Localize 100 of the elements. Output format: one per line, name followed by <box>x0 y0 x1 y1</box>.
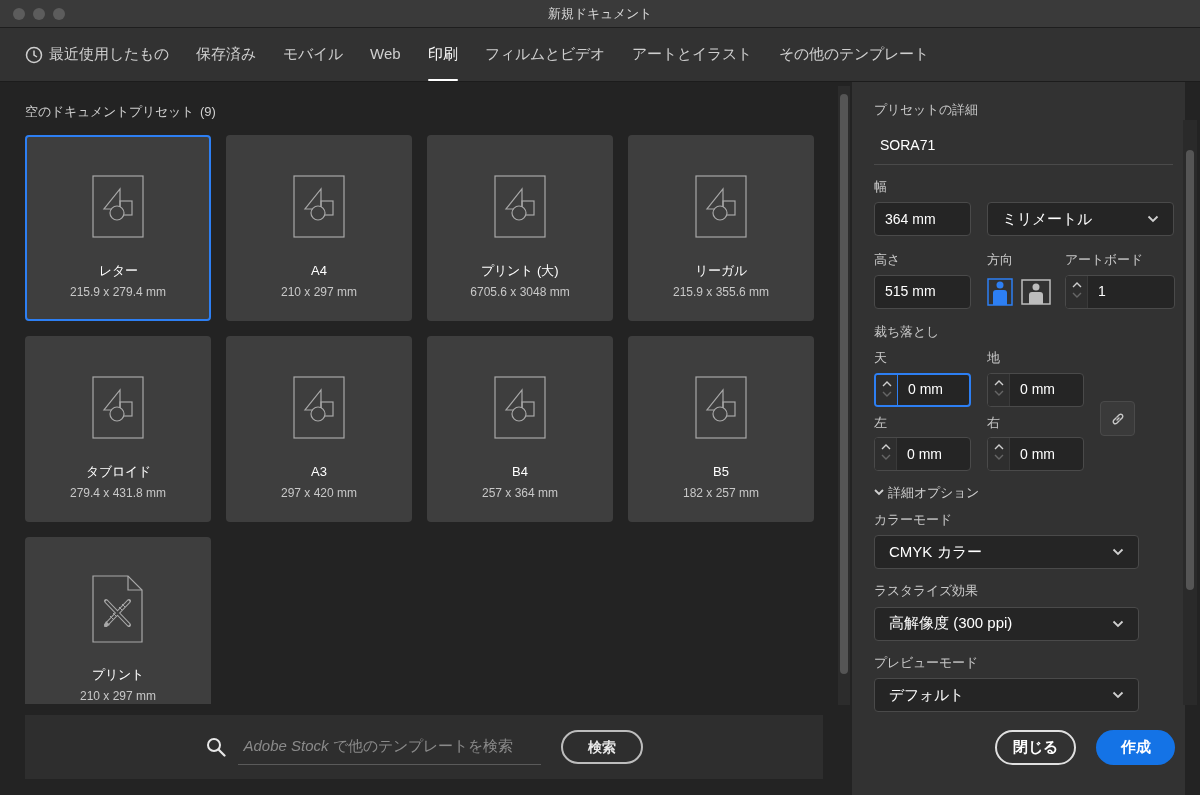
scrollbar[interactable] <box>1183 120 1197 705</box>
chevron-down-icon <box>881 390 892 398</box>
tab[interactable]: 最近使用したもの <box>25 28 169 81</box>
stepper-field[interactable]: 0 mm <box>874 372 971 407</box>
preset-name: タブロイド <box>85 463 151 481</box>
dropdown[interactable]: ミリメートル <box>987 202 1174 236</box>
create-button[interactable]: 作成 <box>1096 730 1175 765</box>
preset-name: B5 <box>713 463 729 481</box>
field-label: 幅 <box>874 177 888 196</box>
chevron-up-icon <box>881 379 892 387</box>
close-button[interactable]: 閉じる <box>995 730 1076 765</box>
chevron-down-icon <box>993 389 1004 397</box>
document-shapes-icon <box>92 376 144 439</box>
stepper-field[interactable]: 1 <box>1065 274 1175 309</box>
field-label: 地 <box>987 349 1001 367</box>
stepper-field[interactable]: 0 mm <box>987 372 1084 407</box>
preset-card[interactable]: A3 297 x 420 mm <box>226 336 412 522</box>
preset-size: 215.9 x 279.4 mm <box>69 284 167 301</box>
preset-size: 210 x 297 mm <box>280 284 357 301</box>
preset-size: 6705.6 x 3048 mm <box>470 284 570 301</box>
window-control[interactable] <box>53 7 65 20</box>
tab[interactable]: Web <box>370 28 401 81</box>
preset-card[interactable]: B4 257 x 364 mm <box>427 336 613 522</box>
chevron-down-icon <box>880 454 891 461</box>
preset-name: レター <box>98 262 138 280</box>
person-icon <box>1021 278 1051 305</box>
preset-card[interactable]: プリント 210 x 297 mm <box>25 537 211 704</box>
field-label: 天 <box>874 349 888 367</box>
chevron-up-icon <box>880 443 891 450</box>
preset-size: 257 x 364 mm <box>481 485 558 502</box>
document-shapes-icon <box>695 175 747 238</box>
preset-name-field[interactable]: SORA71 <box>874 134 1173 165</box>
chevron-up-icon <box>993 443 1004 450</box>
window-title: 新規ドキュメント <box>548 4 652 23</box>
document-shapes-icon <box>293 376 345 439</box>
chevron-down-icon <box>1147 215 1159 223</box>
document-shapes-icon <box>695 376 747 439</box>
preset-name: プリント <box>92 666 144 684</box>
field-label: カラーモード <box>874 510 953 529</box>
preset-name: A3 <box>311 463 327 481</box>
section-heading: 空のドキュメントプリセット <box>25 103 194 121</box>
tab[interactable]: 保存済み <box>196 28 256 81</box>
stepper-field[interactable]: 0 mm <box>874 437 971 471</box>
field-label: ラスタライズ効果 <box>874 582 979 600</box>
preset-name: リーガル <box>695 262 747 280</box>
tab[interactable]: その他のテンプレート <box>778 28 929 81</box>
chevron-down-icon <box>1112 619 1124 628</box>
field-label: 高さ <box>874 251 901 269</box>
dropdown[interactable]: 高解像度 (300 ppi) <box>874 606 1139 641</box>
search-icon <box>205 737 226 757</box>
field-label: 裁ち落とし <box>874 322 940 341</box>
preset-card[interactable]: タブロイド 279.4 x 431.8 mm <box>25 336 211 522</box>
tab[interactable]: モバイル <box>283 28 343 81</box>
preset-name: プリント (大) <box>481 262 559 280</box>
field-label: 方向 <box>987 251 1014 269</box>
search-button[interactable]: 検索 <box>560 730 643 764</box>
chevron-down-icon <box>874 489 884 497</box>
preset-size: 210 x 297 mm <box>79 688 156 704</box>
preset-card[interactable]: レター 215.9 x 279.4 mm <box>25 135 211 321</box>
dropdown[interactable]: CMYK カラー <box>874 535 1139 569</box>
document-shapes-icon <box>92 175 144 238</box>
chevron-up-icon <box>993 378 1004 386</box>
field-label: プリセットの詳細 <box>874 101 979 119</box>
preset-card[interactable]: A4 210 x 297 mm <box>226 135 412 321</box>
document-shapes-icon <box>494 175 546 238</box>
preset-card[interactable]: プリント (大) 6705.6 x 3048 mm <box>427 135 613 321</box>
document-shapes-icon <box>293 175 345 238</box>
field-label: 右 <box>987 413 1001 432</box>
search-field[interactable]: Adobe Stock で他のテンプレートを検索 <box>237 729 541 765</box>
window-control[interactable] <box>33 7 45 20</box>
field-label: プレビューモード <box>874 653 979 672</box>
document-pencil-ruler-icon <box>92 575 144 644</box>
portrait-button[interactable] <box>987 277 1013 306</box>
preset-size: 279.4 x 431.8 mm <box>69 485 167 502</box>
preset-card[interactable]: リーガル 215.9 x 355.6 mm <box>628 135 814 321</box>
field-label: アートボード <box>1065 251 1144 269</box>
tab[interactable]: フィルムとビデオ <box>484 28 605 81</box>
document-shapes-icon <box>494 376 546 439</box>
preset-name: A4 <box>311 262 327 280</box>
preset-name: B4 <box>512 463 528 481</box>
preset-size: 215.9 x 355.6 mm <box>672 284 770 301</box>
chevron-down-icon <box>1112 691 1124 699</box>
clock-icon <box>25 45 43 64</box>
link-button[interactable] <box>1100 401 1135 436</box>
preset-size: 182 x 257 mm <box>682 485 759 502</box>
height-field[interactable]: 515 mm <box>874 274 971 309</box>
width-field[interactable]: 364 mm <box>874 202 971 236</box>
tab[interactable]: アートとイラスト <box>631 28 752 81</box>
chevron-up-icon <box>1071 280 1082 288</box>
tab[interactable]: 印刷 <box>427 28 458 81</box>
scrollbar[interactable] <box>838 86 850 705</box>
chevron-down-icon <box>1112 548 1124 556</box>
advanced-options-toggle[interactable]: 詳細オプション <box>874 483 1174 503</box>
dropdown[interactable]: デフォルト <box>874 678 1139 712</box>
landscape-button[interactable] <box>1021 278 1051 305</box>
preset-size: 297 x 420 mm <box>280 485 357 502</box>
stepper-field[interactable]: 0 mm <box>987 437 1084 471</box>
preset-count: (9) <box>200 103 216 121</box>
preset-card[interactable]: B5 182 x 257 mm <box>628 336 814 522</box>
window-control[interactable] <box>13 7 25 20</box>
